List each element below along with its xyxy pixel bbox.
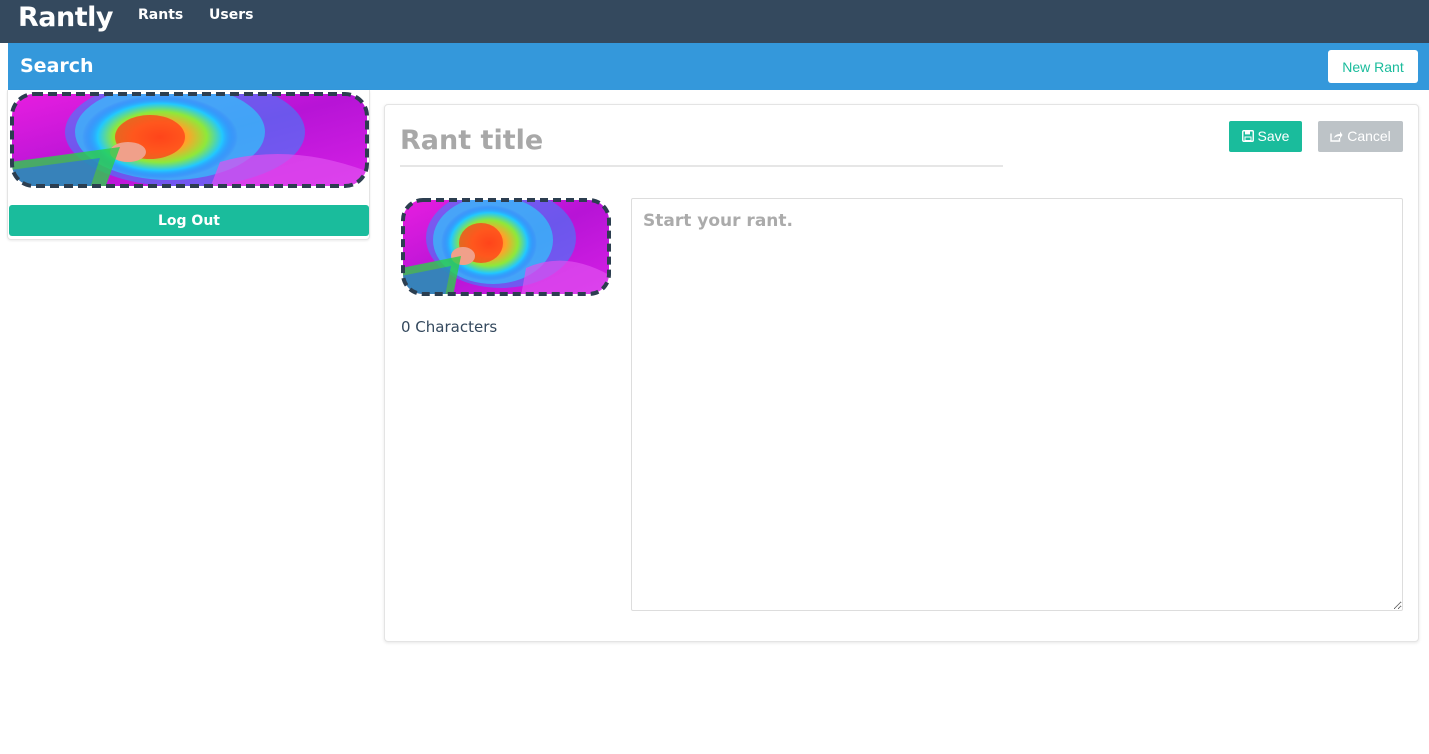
logout-button[interactable]: Log Out <box>9 205 369 236</box>
save-label: Save <box>1257 128 1290 144</box>
cancel-button[interactable]: Cancel <box>1318 121 1403 152</box>
new-rant-button[interactable]: New Rant <box>1328 50 1418 83</box>
nav-link-users[interactable]: Users <box>209 7 253 23</box>
save-button[interactable]: Save <box>1229 121 1302 152</box>
rant-body-textarea[interactable] <box>631 198 1403 611</box>
rant-author-avatar <box>401 198 611 296</box>
search-toggle[interactable]: Search <box>20 55 94 77</box>
user-sidebar: Log Out <box>7 90 370 240</box>
character-count: 0 Characters <box>401 318 498 336</box>
search-bar: Search New Rant <box>8 43 1429 90</box>
top-navbar: Rantly Rants Users <box>0 0 1429 43</box>
cancel-label: Cancel <box>1347 128 1391 144</box>
user-avatar <box>10 92 369 188</box>
brand-logo[interactable]: Rantly <box>18 0 114 36</box>
nav-link-rants[interactable]: Rants <box>138 7 183 23</box>
floppy-icon <box>1241 130 1254 142</box>
share-icon <box>1330 131 1343 142</box>
rant-editor-card: Save Cancel 0 Characters <box>384 104 1419 642</box>
rant-title-input[interactable] <box>400 115 1003 167</box>
